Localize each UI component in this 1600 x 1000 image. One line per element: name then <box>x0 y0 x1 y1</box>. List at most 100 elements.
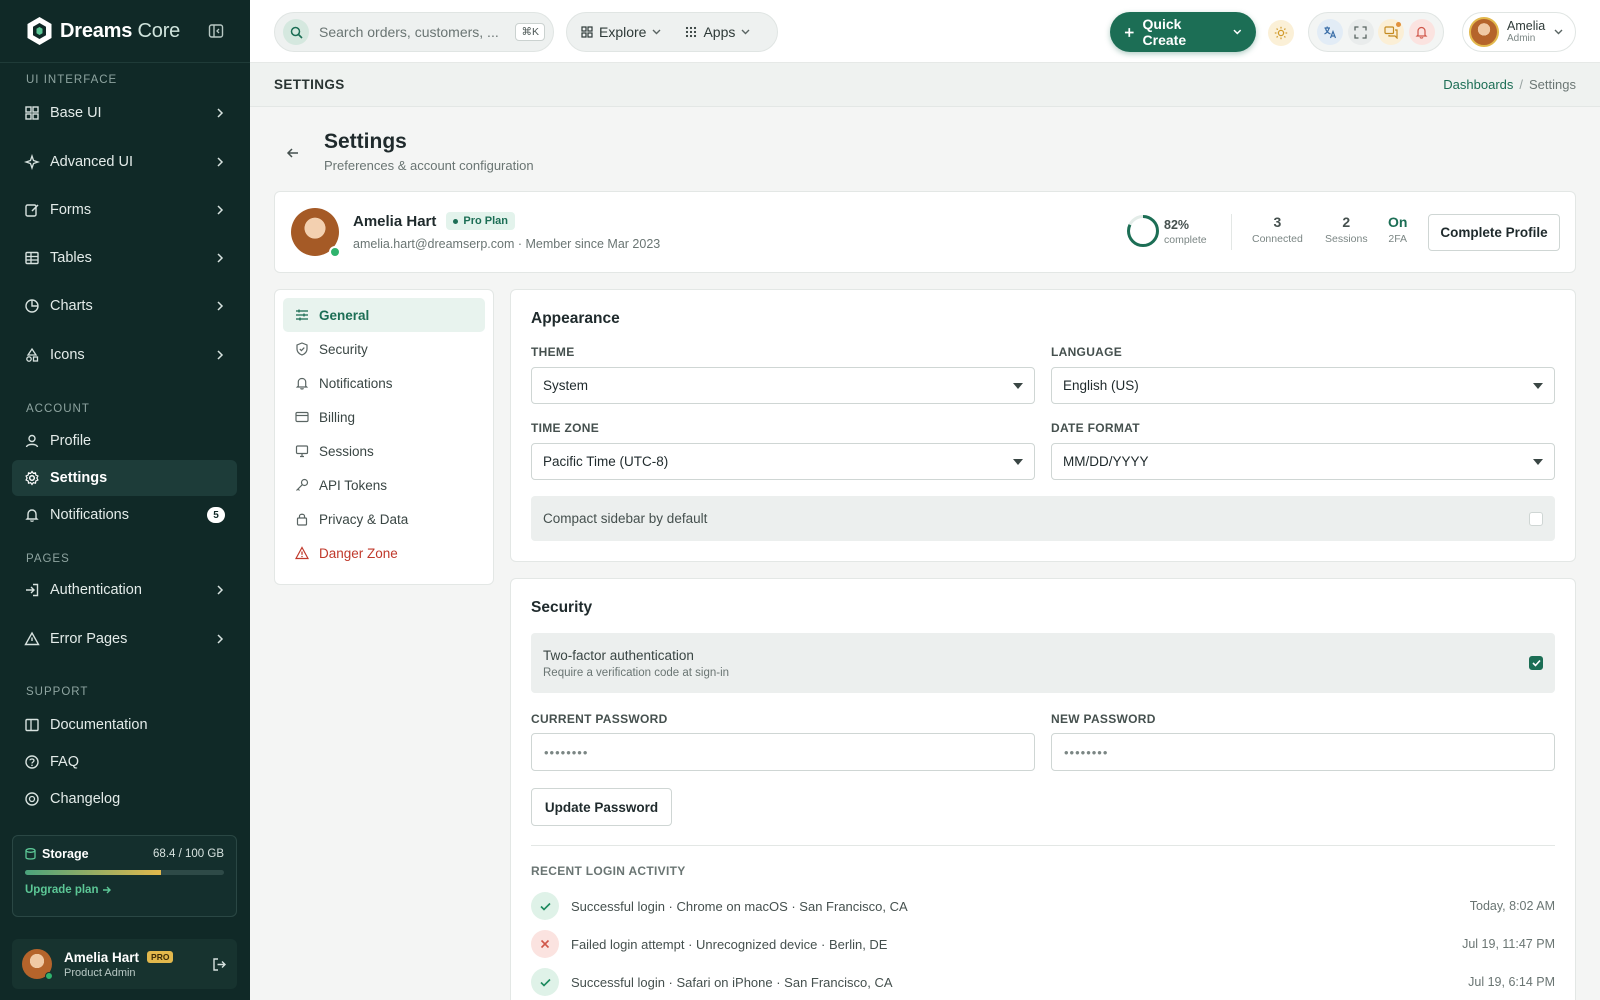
book-icon <box>25 718 39 732</box>
login-activity-row: Successful login · Chrome on macOS · San… <box>531 892 1555 920</box>
fullscreen-button[interactable] <box>1347 19 1374 45</box>
settings-nav-billing[interactable]: Billing <box>283 400 485 434</box>
language-label: LANGUAGE <box>1051 345 1123 359</box>
chevron-down-icon <box>741 29 750 35</box>
settings-nav-api-tokens[interactable]: API Tokens <box>283 468 485 502</box>
user-name: Amelia <box>1507 18 1546 33</box>
storage-progress-bar <box>25 870 224 875</box>
sidebar-item-forms[interactable]: Forms <box>12 192 237 228</box>
top-nav-pills: Explore Apps <box>566 12 778 52</box>
sidebar-item-label: FAQ <box>50 754 80 770</box>
bell-icon <box>295 377 309 390</box>
stat-2fa: On 2FA <box>1388 214 1408 245</box>
topbar-icon-group <box>1308 12 1444 52</box>
sidebar-item-error-pages[interactable]: Error Pages <box>12 621 237 657</box>
completion-label: complete <box>1164 234 1207 246</box>
sidebar-item-label: Changelog <box>50 791 121 807</box>
sidebar-item-changelog[interactable]: Changelog <box>12 781 237 817</box>
shapes-icon <box>26 347 39 362</box>
sidebar-item-advanced-ui[interactable]: Advanced UI <box>12 144 237 180</box>
sun-icon <box>1274 26 1288 40</box>
topbar: Search orders, customers, ... ⌘K Explore… <box>250 0 1600 63</box>
check-icon <box>1531 659 1541 667</box>
quick-create-button[interactable]: Quick Create <box>1110 12 1256 52</box>
language-select[interactable]: English (US) <box>1051 367 1555 404</box>
settings-nav-security[interactable]: Security <box>283 332 485 366</box>
dateformat-label: DATE FORMAT <box>1051 421 1140 435</box>
upgrade-plan-link[interactable]: Upgrade plan <box>25 884 224 896</box>
back-arrow-icon[interactable] <box>285 145 301 161</box>
theme-select[interactable]: System <box>531 367 1035 404</box>
settings-nav-sessions[interactable]: Sessions <box>283 434 485 468</box>
settings-nav-notifications[interactable]: Notifications <box>283 366 485 400</box>
sidebar-item-profile[interactable]: Profile <box>12 423 237 459</box>
completion-percent: 82% <box>1164 218 1190 232</box>
sidebar-item-charts[interactable]: Charts <box>12 288 237 324</box>
apps-menu[interactable]: Apps <box>685 24 750 40</box>
search-icon <box>283 19 309 45</box>
section-pages: PAGES <box>26 553 70 565</box>
sidebar-item-documentation[interactable]: Documentation <box>12 707 237 743</box>
database-icon <box>25 848 36 860</box>
caret-down-icon <box>1533 458 1543 465</box>
update-password-button[interactable]: Update Password <box>531 788 672 826</box>
notifications-button[interactable] <box>1408 19 1435 45</box>
messages-button[interactable] <box>1378 19 1405 45</box>
online-status-dot <box>329 246 341 258</box>
timezone-select[interactable]: Pacific Time (UTC-8) <box>531 443 1035 480</box>
breadcrumb-separator: / <box>1519 77 1524 92</box>
current-password-input[interactable]: •••••••• <box>531 733 1035 771</box>
edit-icon <box>25 204 39 217</box>
sidebar-collapse-icon[interactable] <box>208 23 224 39</box>
plus-icon <box>1124 27 1134 37</box>
sidebar-item-label: Tables <box>50 250 92 266</box>
current-password-label: CURRENT PASSWORD <box>531 712 668 726</box>
sidebar-item-authentication[interactable]: Authentication <box>12 572 237 608</box>
sidebar-item-base-ui[interactable]: Base UI <box>12 95 237 131</box>
sidebar-item-label: Advanced UI <box>50 154 134 170</box>
search-input[interactable]: Search orders, customers, ... ⌘K <box>274 12 554 52</box>
sidebar-user-card[interactable]: Amelia Hart PRO Product Admin <box>12 939 237 989</box>
fullscreen-icon <box>1354 25 1367 39</box>
sidebar-item-icons[interactable]: Icons <box>12 337 237 373</box>
logout-icon[interactable] <box>212 957 227 972</box>
table-icon <box>25 251 39 265</box>
new-password-input[interactable]: •••••••• <box>1051 733 1555 771</box>
sidebar-item-tables[interactable]: Tables <box>12 240 237 276</box>
theme-toggle-button[interactable] <box>1268 20 1294 46</box>
sidebar-item-label: Profile <box>50 433 92 449</box>
messages-unread-dot <box>1396 22 1402 27</box>
login-activity-row: Failed login attempt · Unrecognized devi… <box>531 930 1555 958</box>
user-menu[interactable]: Amelia Admin <box>1462 12 1576 52</box>
shield-icon <box>296 342 308 356</box>
sidebar-item-settings[interactable]: Settings <box>12 460 237 496</box>
chevron-right-icon <box>217 634 224 644</box>
storage-value: 68.4 / 100 GB <box>153 848 224 860</box>
dateformat-select[interactable]: MM/DD/YYYY <box>1051 443 1555 480</box>
card-icon <box>295 411 309 423</box>
profile-meta: amelia.hart@dreamserp.com · Member since… <box>353 237 661 251</box>
brand: Dreams Core <box>0 0 250 63</box>
grid-icon <box>25 106 39 120</box>
two-factor-checkbox[interactable] <box>1529 656 1543 670</box>
sidebar-item-label: Error Pages <box>50 631 128 647</box>
sidebar-item-notifications[interactable]: Notifications 5 <box>12 497 237 533</box>
settings-nav-danger-zone[interactable]: Danger Zone <box>283 536 485 570</box>
translate-icon <box>1324 26 1337 39</box>
login-icon <box>26 583 39 597</box>
settings-nav-privacy-data[interactable]: Privacy & Data <box>283 502 485 536</box>
user-name: Amelia Hart <box>64 949 140 965</box>
explore-menu[interactable]: Explore <box>581 24 661 40</box>
compact-sidebar-row: Compact sidebar by default <box>531 496 1555 541</box>
translate-button[interactable] <box>1317 19 1344 45</box>
complete-profile-button[interactable]: Complete Profile <box>1428 214 1560 251</box>
breadcrumb-link-dashboards[interactable]: Dashboards <box>1443 77 1513 92</box>
settings-nav-general[interactable]: General <box>283 298 485 332</box>
two-factor-row: Two-factor authentication Require a veri… <box>531 633 1555 693</box>
compact-sidebar-checkbox[interactable] <box>1529 511 1543 526</box>
caret-down-icon <box>1013 382 1023 389</box>
warning-icon <box>295 546 309 560</box>
sidebar-item-faq[interactable]: FAQ <box>12 744 237 780</box>
chat-icon <box>1384 26 1398 39</box>
grid-icon <box>581 26 593 38</box>
